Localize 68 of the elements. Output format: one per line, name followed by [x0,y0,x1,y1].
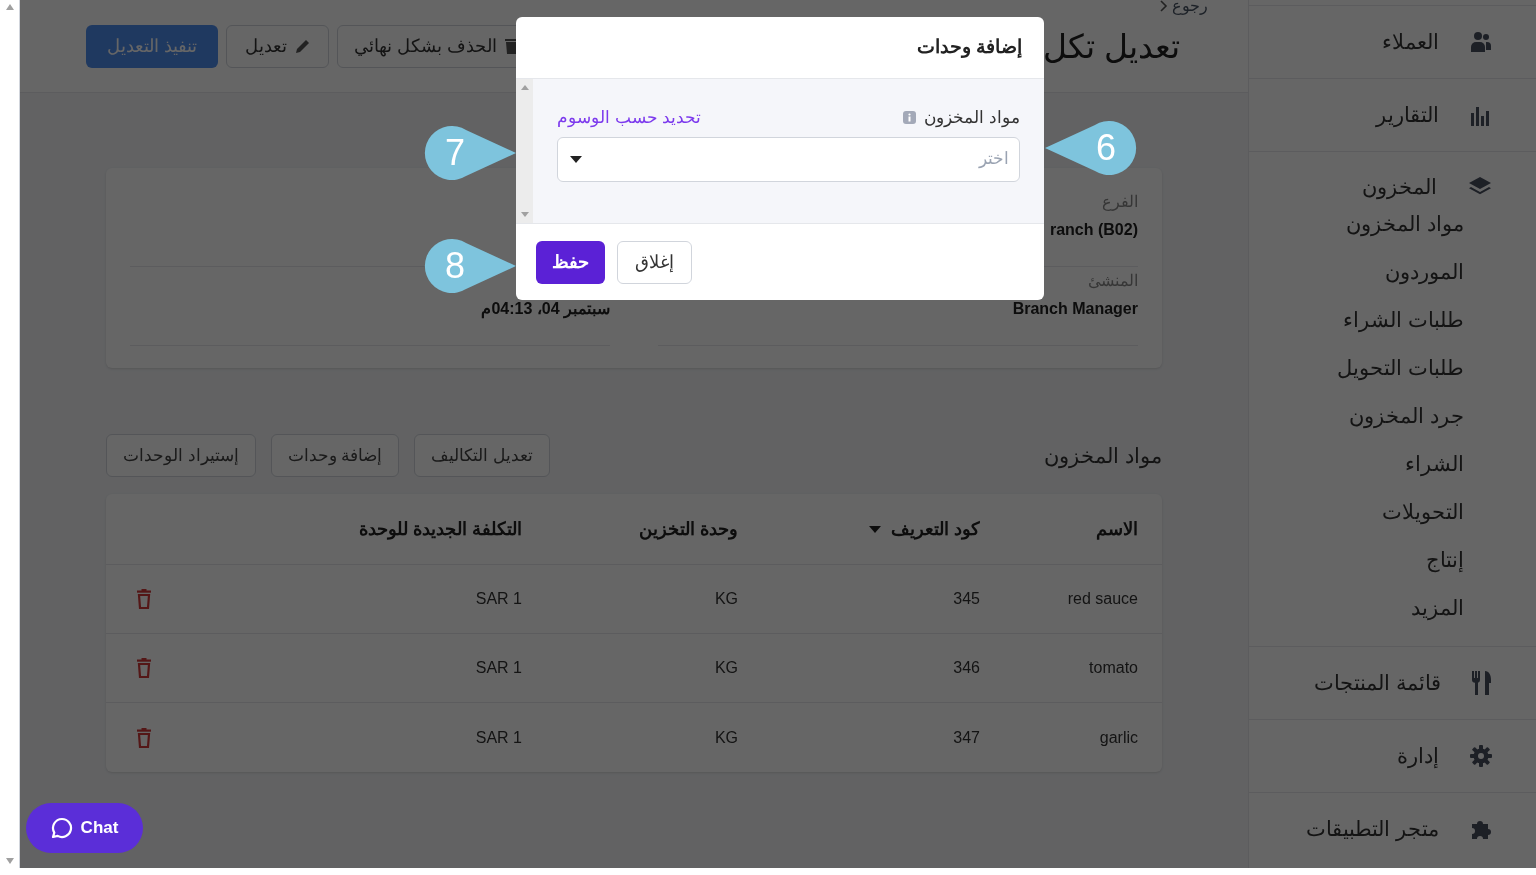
table-cell: SAR 1 [475,590,522,607]
field-label: مواد المخزون [924,107,1020,130]
column-header[interactable]: الاسم [1004,515,1162,543]
sidebar-item[interactable]: إدارة [1249,720,1536,792]
apply-edit-button[interactable]: تنفيذ التعديل [86,24,218,68]
scroll-up-arrow-icon[interactable] [520,85,529,90]
select-placeholder: اختر [979,148,1009,171]
trash-icon [136,658,152,678]
sidebar-item[interactable]: قائمة المنتجات [1249,647,1536,719]
table-cell: 347 [953,728,980,746]
action-button[interactable]: إضافة وحدات [270,434,400,477]
table-cell: 346 [953,659,980,676]
save-button[interactable]: حفظ [536,240,605,284]
chat-bubble-icon [50,817,73,839]
pencil-icon [294,38,311,54]
scroll-up-arrow-icon[interactable] [5,4,14,10]
back-link[interactable]: رجوع [1159,0,1208,18]
delete-row-button[interactable] [136,589,152,609]
page-title: تعديل تكل [1042,29,1180,63]
column-header[interactable]: التكلفة الجديدة للوحدة [186,515,546,543]
select-field[interactable]: اختر [557,136,1020,182]
scroll-down-arrow-icon[interactable] [5,858,14,864]
table-cell: KG [714,728,738,746]
close-button[interactable]: إغلاق [617,240,692,284]
trash-icon [136,589,152,609]
table-cell: garlic [1099,728,1138,746]
sidebar-subitem[interactable]: طلبات التحويل [1249,344,1464,392]
sidebar-item[interactable]: متجر التطبيقات [1249,793,1536,865]
sidebar-subitem[interactable]: مواد المخزون [1249,200,1464,248]
sidebar-subitem[interactable]: التحويلات [1249,488,1464,536]
scrollbar[interactable] [516,79,533,223]
sidebar-subitem[interactable]: الموردون [1249,248,1464,296]
trash-icon [136,727,152,748]
info-icon [903,111,917,125]
column-header[interactable]: وحدة التخزين [546,515,762,543]
column-header[interactable]: كود التعريف [762,515,1004,543]
detail-value: ranch (B02) [1048,220,1138,240]
detail-value: Branch Manager [1011,299,1138,319]
sidebar-item[interactable]: العملاء [1249,6,1536,78]
sidebar-subitem[interactable]: جرد المخزون [1249,392,1464,440]
sidebar-subitem[interactable]: إنتاج [1249,536,1464,584]
scroll-down-arrow-icon[interactable] [520,212,529,217]
table-cell: SAR 1 [475,728,522,746]
delete-row-button[interactable] [136,727,152,748]
trash-icon [505,38,518,54]
table-cell: red sauce [1067,590,1138,607]
table-cell: 345 [953,590,980,607]
action-button[interactable]: إستيراد الوحدات [106,434,256,477]
sidebar-subitem[interactable]: طلبات الشراء [1249,296,1464,344]
table-cell: KG [714,659,738,676]
caret-icon [570,155,582,163]
table-cell: tomato [1089,659,1138,676]
modal-title: إضافة وحدات [916,35,1022,60]
action-button[interactable]: تعديل التكاليف [414,434,551,477]
table-cell: SAR 1 [475,659,522,676]
select-by-tags-link[interactable]: تحديد حسب الوسوم [557,105,702,131]
chevron-icon [1159,0,1168,12]
section-title: مواد المخزون [1044,442,1162,471]
detail-value: سبتمبر 04، 04:13م [480,299,610,321]
chat-button[interactable]: Chat [26,803,143,853]
delete-row-button[interactable] [136,658,152,678]
sidebar-subitem[interactable]: الشراء [1249,440,1464,488]
people-icon [1469,30,1493,54]
table-cell: KG [714,590,738,607]
sidebar-subitem[interactable]: المزيد [1249,584,1464,632]
sidebar-item[interactable]: التقارير [1249,79,1536,151]
utensils-icon [1471,670,1493,696]
edit-button[interactable]: تعديل [226,24,329,68]
